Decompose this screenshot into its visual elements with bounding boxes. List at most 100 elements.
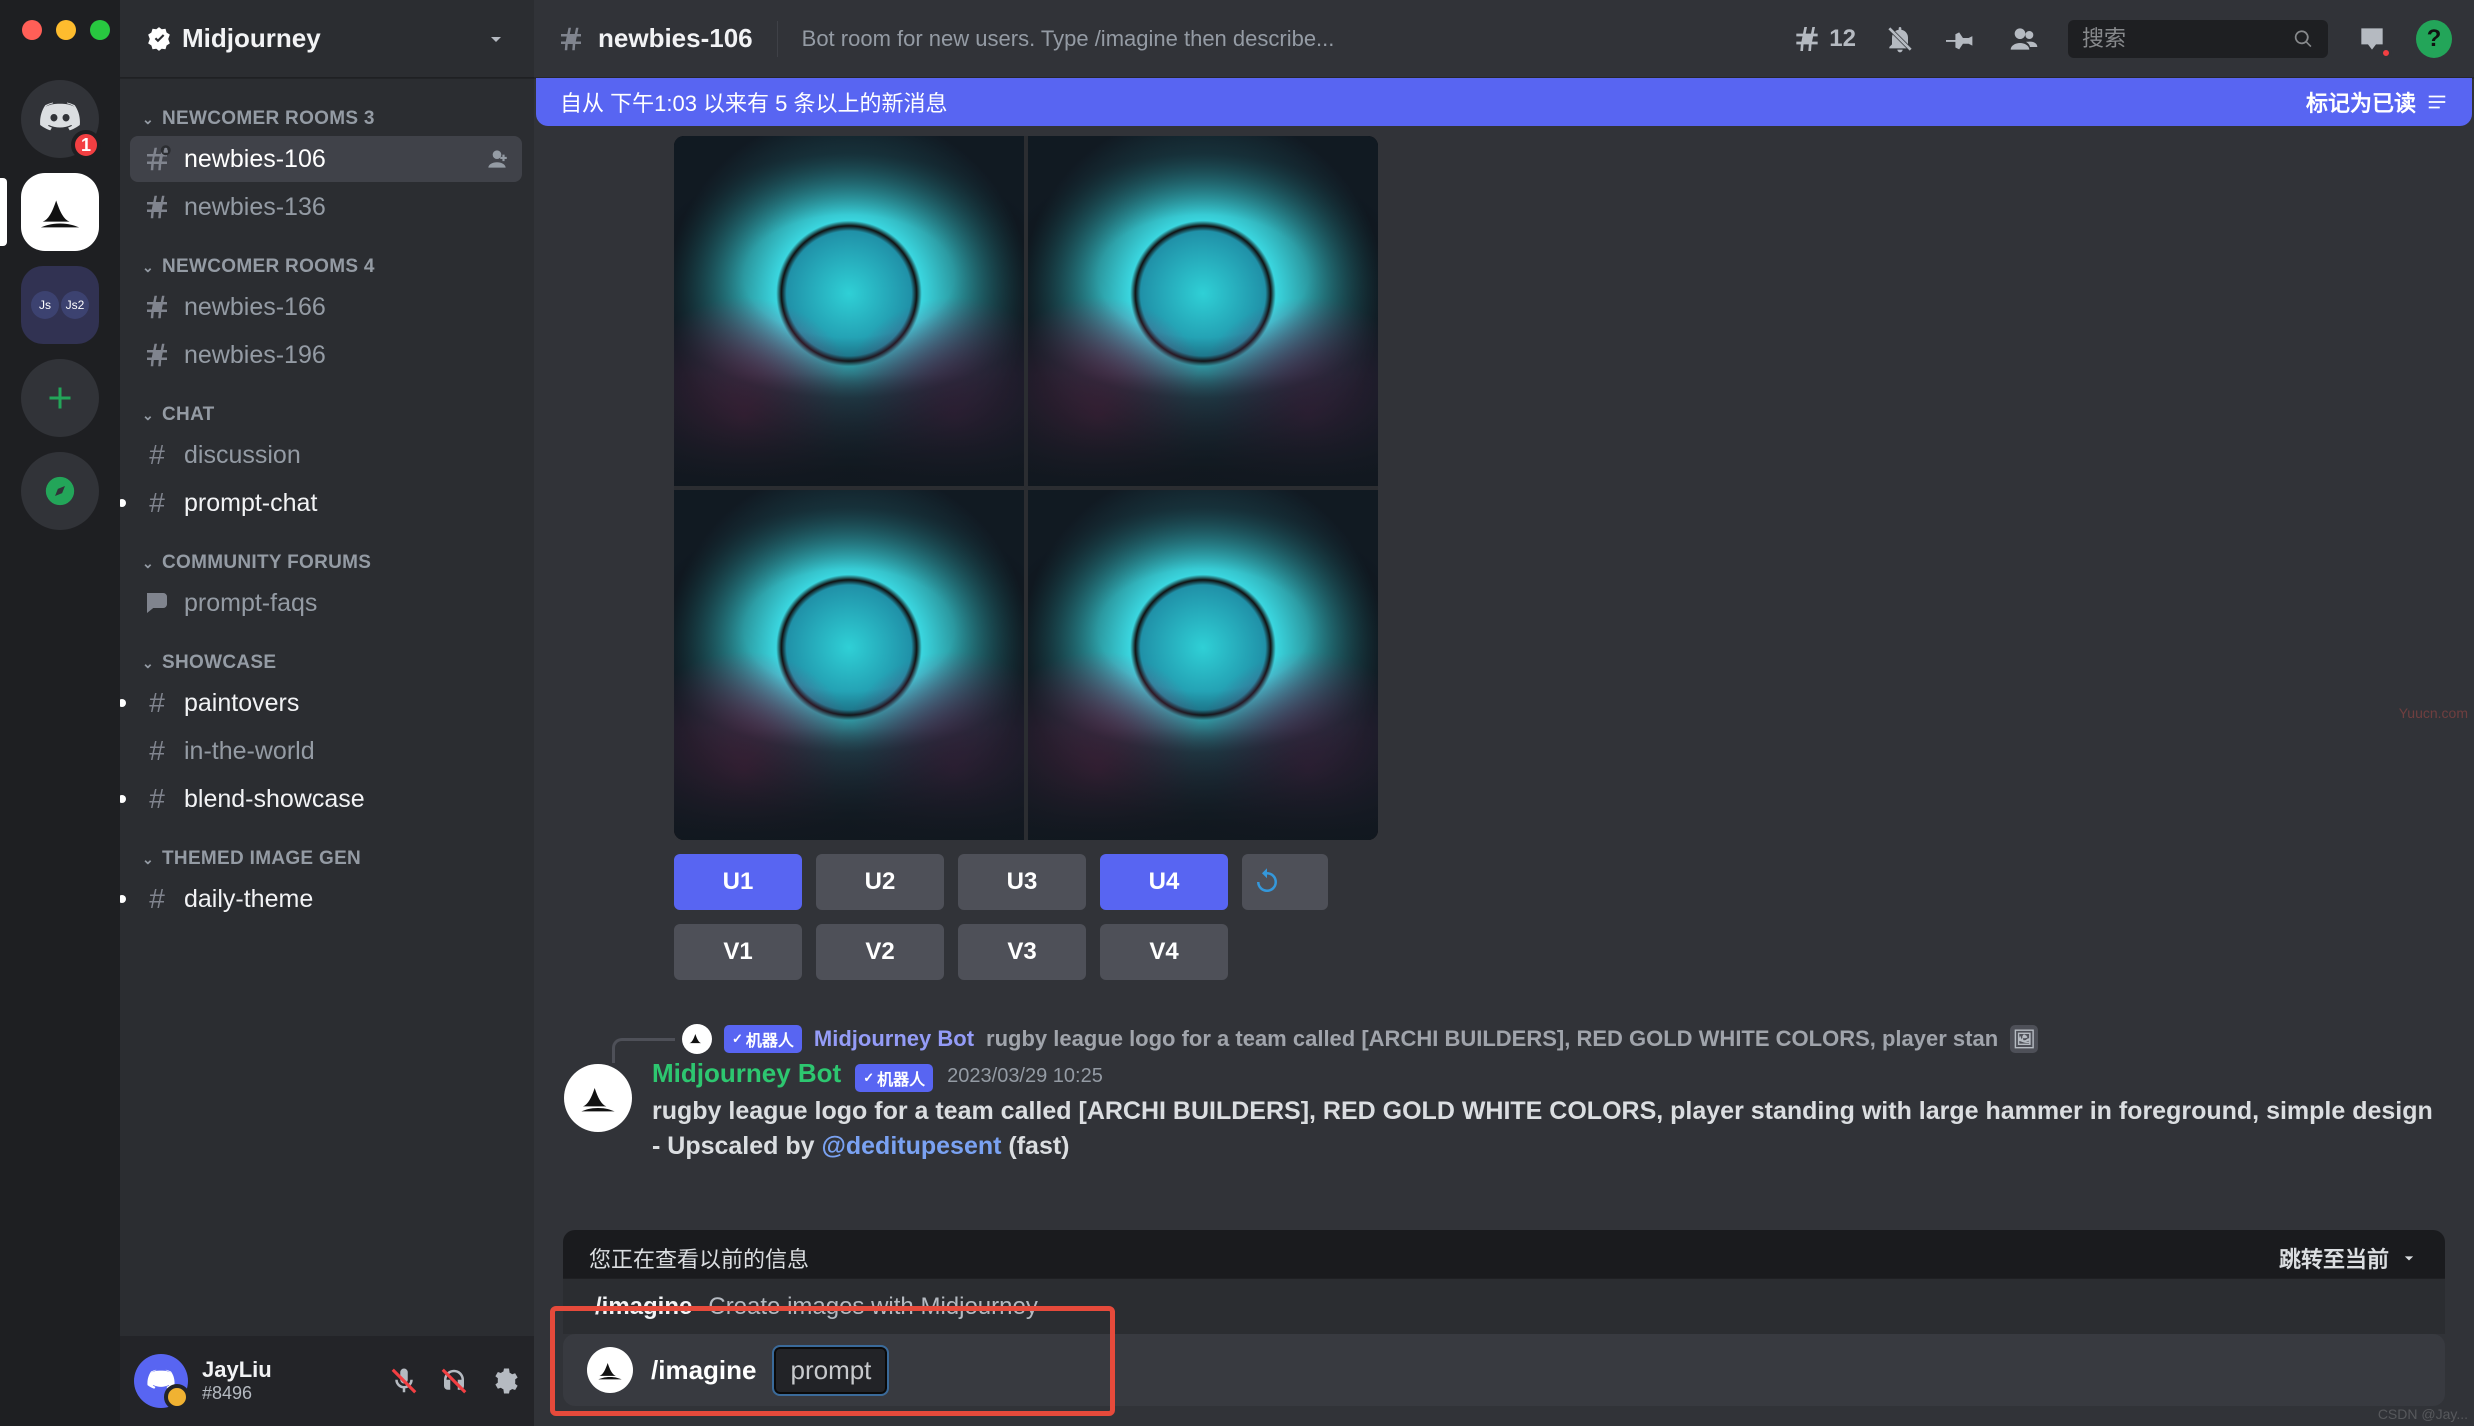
- reroll-icon: [1252, 867, 1282, 897]
- user-info[interactable]: JayLiu #8496: [202, 1357, 272, 1405]
- pinned-messages-button[interactable]: [1944, 21, 1980, 57]
- gen-image-3[interactable]: [674, 490, 1024, 840]
- server-midjourney[interactable]: [21, 173, 99, 251]
- hash-lock-icon: [556, 24, 586, 54]
- inbox-button[interactable]: [2354, 21, 2390, 57]
- command-name: /imagine: [595, 1293, 692, 1321]
- v3-button[interactable]: V3: [958, 924, 1086, 980]
- search-box[interactable]: [2068, 20, 2328, 58]
- command-suggestion[interactable]: /imagine Create images with Midjourney: [563, 1278, 2445, 1334]
- channel-paintovers[interactable]: # paintovers: [130, 680, 522, 726]
- channel-daily-theme[interactable]: # daily-theme: [130, 876, 522, 922]
- search-icon: [2293, 27, 2314, 51]
- channel-title-text: newbies-106: [598, 23, 753, 54]
- reroll-button[interactable]: [1242, 854, 1328, 910]
- channel-blend-showcase[interactable]: # blend-showcase: [130, 776, 522, 822]
- message-author[interactable]: Midjourney Bot: [652, 1058, 841, 1089]
- discord-clyde-icon: [146, 1366, 176, 1396]
- threads-icon: [1791, 23, 1823, 55]
- reply-context[interactable]: 机器人 Midjourney Bot rugby league logo for…: [652, 1024, 2444, 1054]
- variation-row: V1 V2 V3 V4: [674, 924, 2444, 980]
- reply-username: Midjourney Bot: [814, 1026, 974, 1052]
- server-header[interactable]: Midjourney: [120, 0, 534, 78]
- settings-button[interactable]: [488, 1365, 520, 1397]
- server-name-text: Midjourney: [182, 23, 321, 54]
- add-server-button[interactable]: [21, 359, 99, 437]
- channel-prompt-chat[interactable]: # prompt-chat: [130, 480, 522, 526]
- channel-label: prompt-chat: [184, 489, 317, 518]
- chat-scroll[interactable]: U1 U2 U3 U4 V1 V2 V3 V4: [534, 126, 2474, 1426]
- u2-button[interactable]: U2: [816, 854, 944, 910]
- server-folder[interactable]: Js Js2: [21, 266, 99, 344]
- category-newcomer-3[interactable]: NEWCOMER ROOMS 3: [130, 84, 522, 134]
- u4-button[interactable]: U4: [1100, 854, 1228, 910]
- channel-prompt-faqs[interactable]: prompt-faqs: [130, 580, 522, 626]
- channel-topbar: newbies-106 Bot room for new users. Type…: [534, 0, 2474, 78]
- user-avatar[interactable]: [134, 1354, 188, 1408]
- channel-newbies-166[interactable]: newbies-166: [130, 284, 522, 330]
- channel-newbies-196[interactable]: newbies-196: [130, 332, 522, 378]
- mac-close[interactable]: [22, 20, 42, 40]
- home-button[interactable]: 1: [21, 80, 99, 158]
- channel-newbies-106[interactable]: newbies-106: [130, 136, 522, 182]
- gen-image-1[interactable]: [674, 136, 1024, 486]
- search-input[interactable]: [2082, 26, 2283, 52]
- category-newcomer-4[interactable]: NEWCOMER ROOMS 4: [130, 232, 522, 282]
- v2-button[interactable]: V2: [816, 924, 944, 980]
- help-button[interactable]: ?: [2416, 21, 2452, 57]
- compose-slash-command: /imagine: [651, 1355, 756, 1386]
- active-server-indicator: [0, 178, 7, 246]
- threads-button[interactable]: 12: [1791, 23, 1856, 55]
- hash-lock-icon: [142, 144, 172, 174]
- hash-icon: #: [142, 784, 172, 814]
- compose-prompt-argument[interactable]: prompt: [774, 1347, 887, 1394]
- mac-zoom[interactable]: [90, 20, 110, 40]
- reply-preview-text: rugby league logo for a team called [ARC…: [986, 1026, 1998, 1052]
- mark-read-button[interactable]: 标记为已读: [2306, 86, 2448, 118]
- mute-mic-button[interactable]: [388, 1365, 420, 1397]
- category-community-forums[interactable]: COMMUNITY FORUMS: [130, 528, 522, 578]
- jump-to-present-button[interactable]: 跳转至当前: [2279, 1242, 2419, 1274]
- channel-label: blend-showcase: [184, 785, 365, 814]
- midjourney-ship-icon: [596, 1356, 624, 1384]
- user-mention[interactable]: @deditupesent: [822, 1132, 1002, 1160]
- gen-image-2[interactable]: [1028, 136, 1378, 486]
- generated-image-grid[interactable]: [674, 136, 1378, 840]
- message-compose[interactable]: /imagine prompt: [563, 1334, 2445, 1406]
- chevron-down-icon[interactable]: [484, 27, 508, 51]
- bot-avatar[interactable]: [564, 1064, 632, 1132]
- new-messages-banner[interactable]: 自从 下午1:03 以来有 5 条以上的新消息 标记为已读: [536, 78, 2472, 126]
- message-block: 机器人 Midjourney Bot rugby league logo for…: [564, 1024, 2444, 1164]
- category-themed-image-gen[interactable]: THEMED IMAGE GEN: [130, 824, 522, 874]
- midjourney-ship-icon: [578, 1078, 618, 1118]
- channel-in-the-world[interactable]: # in-the-world: [130, 728, 522, 774]
- u1-button[interactable]: U1: [674, 854, 802, 910]
- channel-discussion[interactable]: # discussion: [130, 432, 522, 478]
- message-header: Midjourney Bot 机器人 2023/03/29 10:25: [652, 1058, 2444, 1092]
- channel-label: paintovers: [184, 689, 299, 718]
- channel-topic[interactable]: Bot room for new users. Type /imagine th…: [802, 26, 1335, 52]
- mac-minimize[interactable]: [56, 20, 76, 40]
- explore-servers-button[interactable]: [21, 452, 99, 530]
- deafen-button[interactable]: [438, 1365, 470, 1397]
- members-button[interactable]: [2006, 21, 2042, 57]
- gen-image-4[interactable]: [1028, 490, 1378, 840]
- category-showcase[interactable]: SHOWCASE: [130, 628, 522, 678]
- notifications-button[interactable]: [1882, 21, 1918, 57]
- hash-icon: #: [142, 440, 172, 470]
- channel-list[interactable]: NEWCOMER ROOMS 3 newbies-106 newbies-136…: [120, 78, 534, 1336]
- add-user-icon[interactable]: [484, 146, 510, 172]
- category-chat[interactable]: CHAT: [130, 380, 522, 430]
- mark-read-icon: [2426, 91, 2448, 113]
- watermark-csdn: CSDN @Jay...: [2378, 1406, 2468, 1422]
- channel-newbies-136[interactable]: newbies-136: [130, 184, 522, 230]
- threads-count-text: 12: [1829, 25, 1856, 53]
- mac-window-controls[interactable]: [22, 20, 110, 40]
- v4-button[interactable]: V4: [1100, 924, 1228, 980]
- folder-server-2: Js2: [61, 291, 89, 319]
- topbar-divider: [777, 21, 778, 57]
- v1-button[interactable]: V1: [674, 924, 802, 980]
- reply-avatar: [682, 1024, 712, 1054]
- u3-button[interactable]: U3: [958, 854, 1086, 910]
- midjourney-ship-icon: [37, 189, 83, 235]
